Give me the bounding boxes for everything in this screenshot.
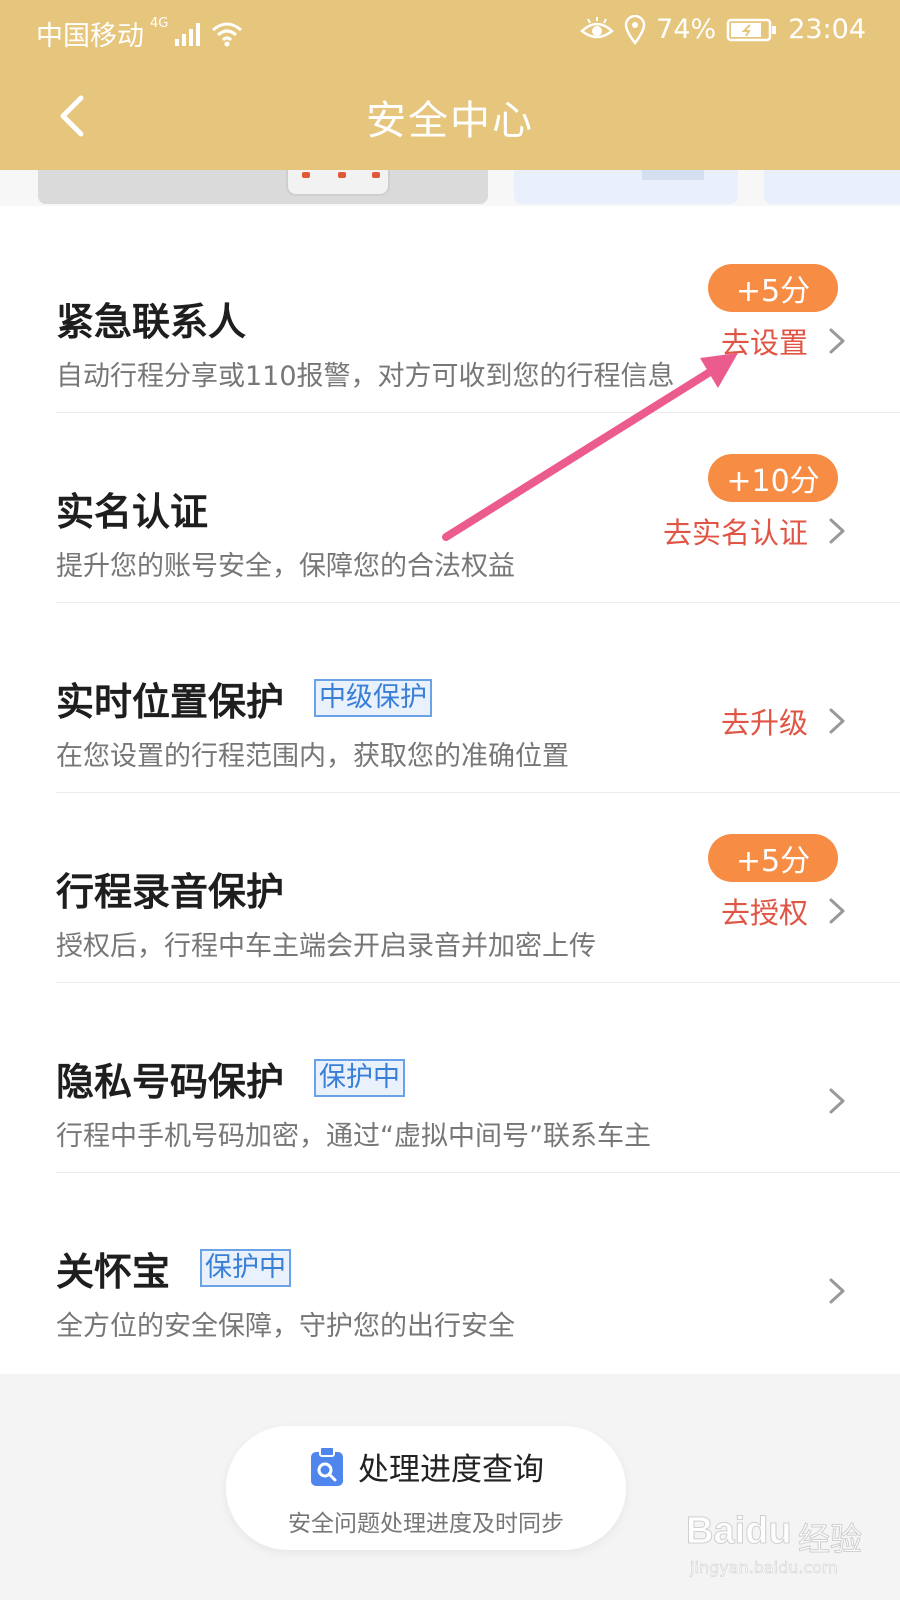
battery-icon [726,18,777,41]
status-left: 中国移动 4G [36,14,244,53]
item-desc: 行程中手机号码加密，通过“虚拟中间号”联系车主 [56,1121,651,1152]
action-link[interactable]: 去授权 [721,890,808,932]
status-tag: 中级保护 [314,679,433,717]
location-icon [624,14,646,45]
baidu-jingyan-watermark: Baidu 经验 jingyan.baidu.com [686,1500,866,1590]
item-title-row: 紧急联系人 [56,294,246,344]
points-badge: +5分 [708,834,838,882]
divider [56,1172,900,1173]
item-title: 实名认证 [56,489,209,534]
network-type: 4G [150,16,169,31]
watermark-cn: 经验 [797,1520,863,1559]
progress-query-subtitle: 安全问题处理进度及时同步 [288,1511,564,1537]
battery-percent: 74% [656,14,717,45]
banner-decoration [642,170,704,180]
chevron-right-icon [829,518,845,544]
watermark-url: jingyan.baidu.com [690,1558,838,1578]
item-title: 隐私号码保护 [56,1059,285,1104]
eye-comfort-icon [580,16,615,38]
chevron-right-icon [829,708,845,734]
chevron-right-icon [829,898,845,924]
item-desc: 全方位的安全保障，守护您的出行安全 [56,1311,515,1342]
action-link[interactable]: 去设置 [721,320,808,362]
chevron-right-icon [829,328,845,354]
action-link[interactable]: 去实名认证 [663,510,808,552]
item-title: 紧急联系人 [56,299,247,344]
watermark-brand: Baidu [686,1510,793,1553]
item-desc: 授权后，行程中车主端会开启录音并加密上传 [56,931,596,962]
signal-icon [175,22,201,46]
status-tag: 保护中 [314,1059,406,1097]
item-title: 关怀宝 [56,1249,171,1294]
item-title: 实时位置保护 [56,679,285,724]
chevron-right-icon [829,1278,845,1304]
progress-query-button[interactable]: 处理进度查询 安全问题处理进度及时同步 [226,1426,626,1550]
item-title: 行程录音保护 [56,869,285,914]
wifi-icon [212,22,243,46]
item-title-row: 关怀宝 保护中 [56,1244,292,1294]
progress-query-label: 处理进度查询 [358,1452,544,1488]
divider [56,792,900,793]
item-title-row: 隐私号码保护 保护中 [56,1054,406,1104]
banner-carousel[interactable] [0,170,900,206]
divider [56,412,900,413]
status-right: 74% 23:04 [580,14,866,45]
carrier-name: 中国移动 [36,21,144,52]
divider [56,982,900,983]
item-desc: 提升您的账号安全，保障您的合法权益 [56,551,515,582]
page-title: 安全中心 [366,98,534,144]
clock: 23:04 [788,14,866,45]
phone-illustration [286,170,390,196]
action-link[interactable]: 去升级 [721,700,808,742]
item-desc: 在您设置的行程范围内，获取您的准确位置 [56,741,569,772]
item-emergency-contact[interactable]: 紧急联系人 自动行程分享或110报警，对方可收到您的行程信息 +5分 去设置 [0,222,900,412]
banner-card-2[interactable] [514,170,738,204]
item-care-treasure[interactable]: 关怀宝 保护中 全方位的安全保障，守护您的出行安全 [0,1172,900,1362]
item-desc: 自动行程分享或110报警，对方可收到您的行程信息 [56,361,675,392]
app-header: 中国移动 4G 74% 23:04 安全中心 [0,0,900,170]
points-badge: +5分 [708,264,838,312]
item-privacy-number[interactable]: 隐私号码保护 保护中 行程中手机号码加密，通过“虚拟中间号”联系车主 [0,982,900,1172]
item-title-row: 行程录音保护 [56,864,284,914]
status-bar: 中国移动 4G 74% 23:04 [0,0,900,62]
safety-item-list: 紧急联系人 自动行程分享或110报警，对方可收到您的行程信息 +5分 去设置 实… [0,206,900,1374]
progress-query-row: 处理进度查询 [226,1444,626,1489]
points-badge: +10分 [708,454,838,502]
item-location-protection[interactable]: 实时位置保护 中级保护 在您设置的行程范围内，获取您的准确位置 去升级 [0,602,900,792]
divider [56,602,900,603]
chevron-right-icon [829,1088,845,1114]
item-title-row: 实时位置保护 中级保护 [56,674,433,724]
banner-card-1[interactable] [38,170,488,204]
title-bar: 安全中心 [0,62,900,170]
item-real-name-auth[interactable]: 实名认证 提升您的账号安全，保障您的合法权益 +10分 去实名认证 [0,412,900,602]
banner-card-3[interactable] [764,170,900,204]
clipboard-search-icon [311,1445,343,1486]
item-title-row: 实名认证 [56,484,208,534]
status-tag: 保护中 [200,1249,292,1287]
item-recording-protection[interactable]: 行程录音保护 授权后，行程中车主端会开启录音并加密上传 +5分 去授权 [0,792,900,982]
